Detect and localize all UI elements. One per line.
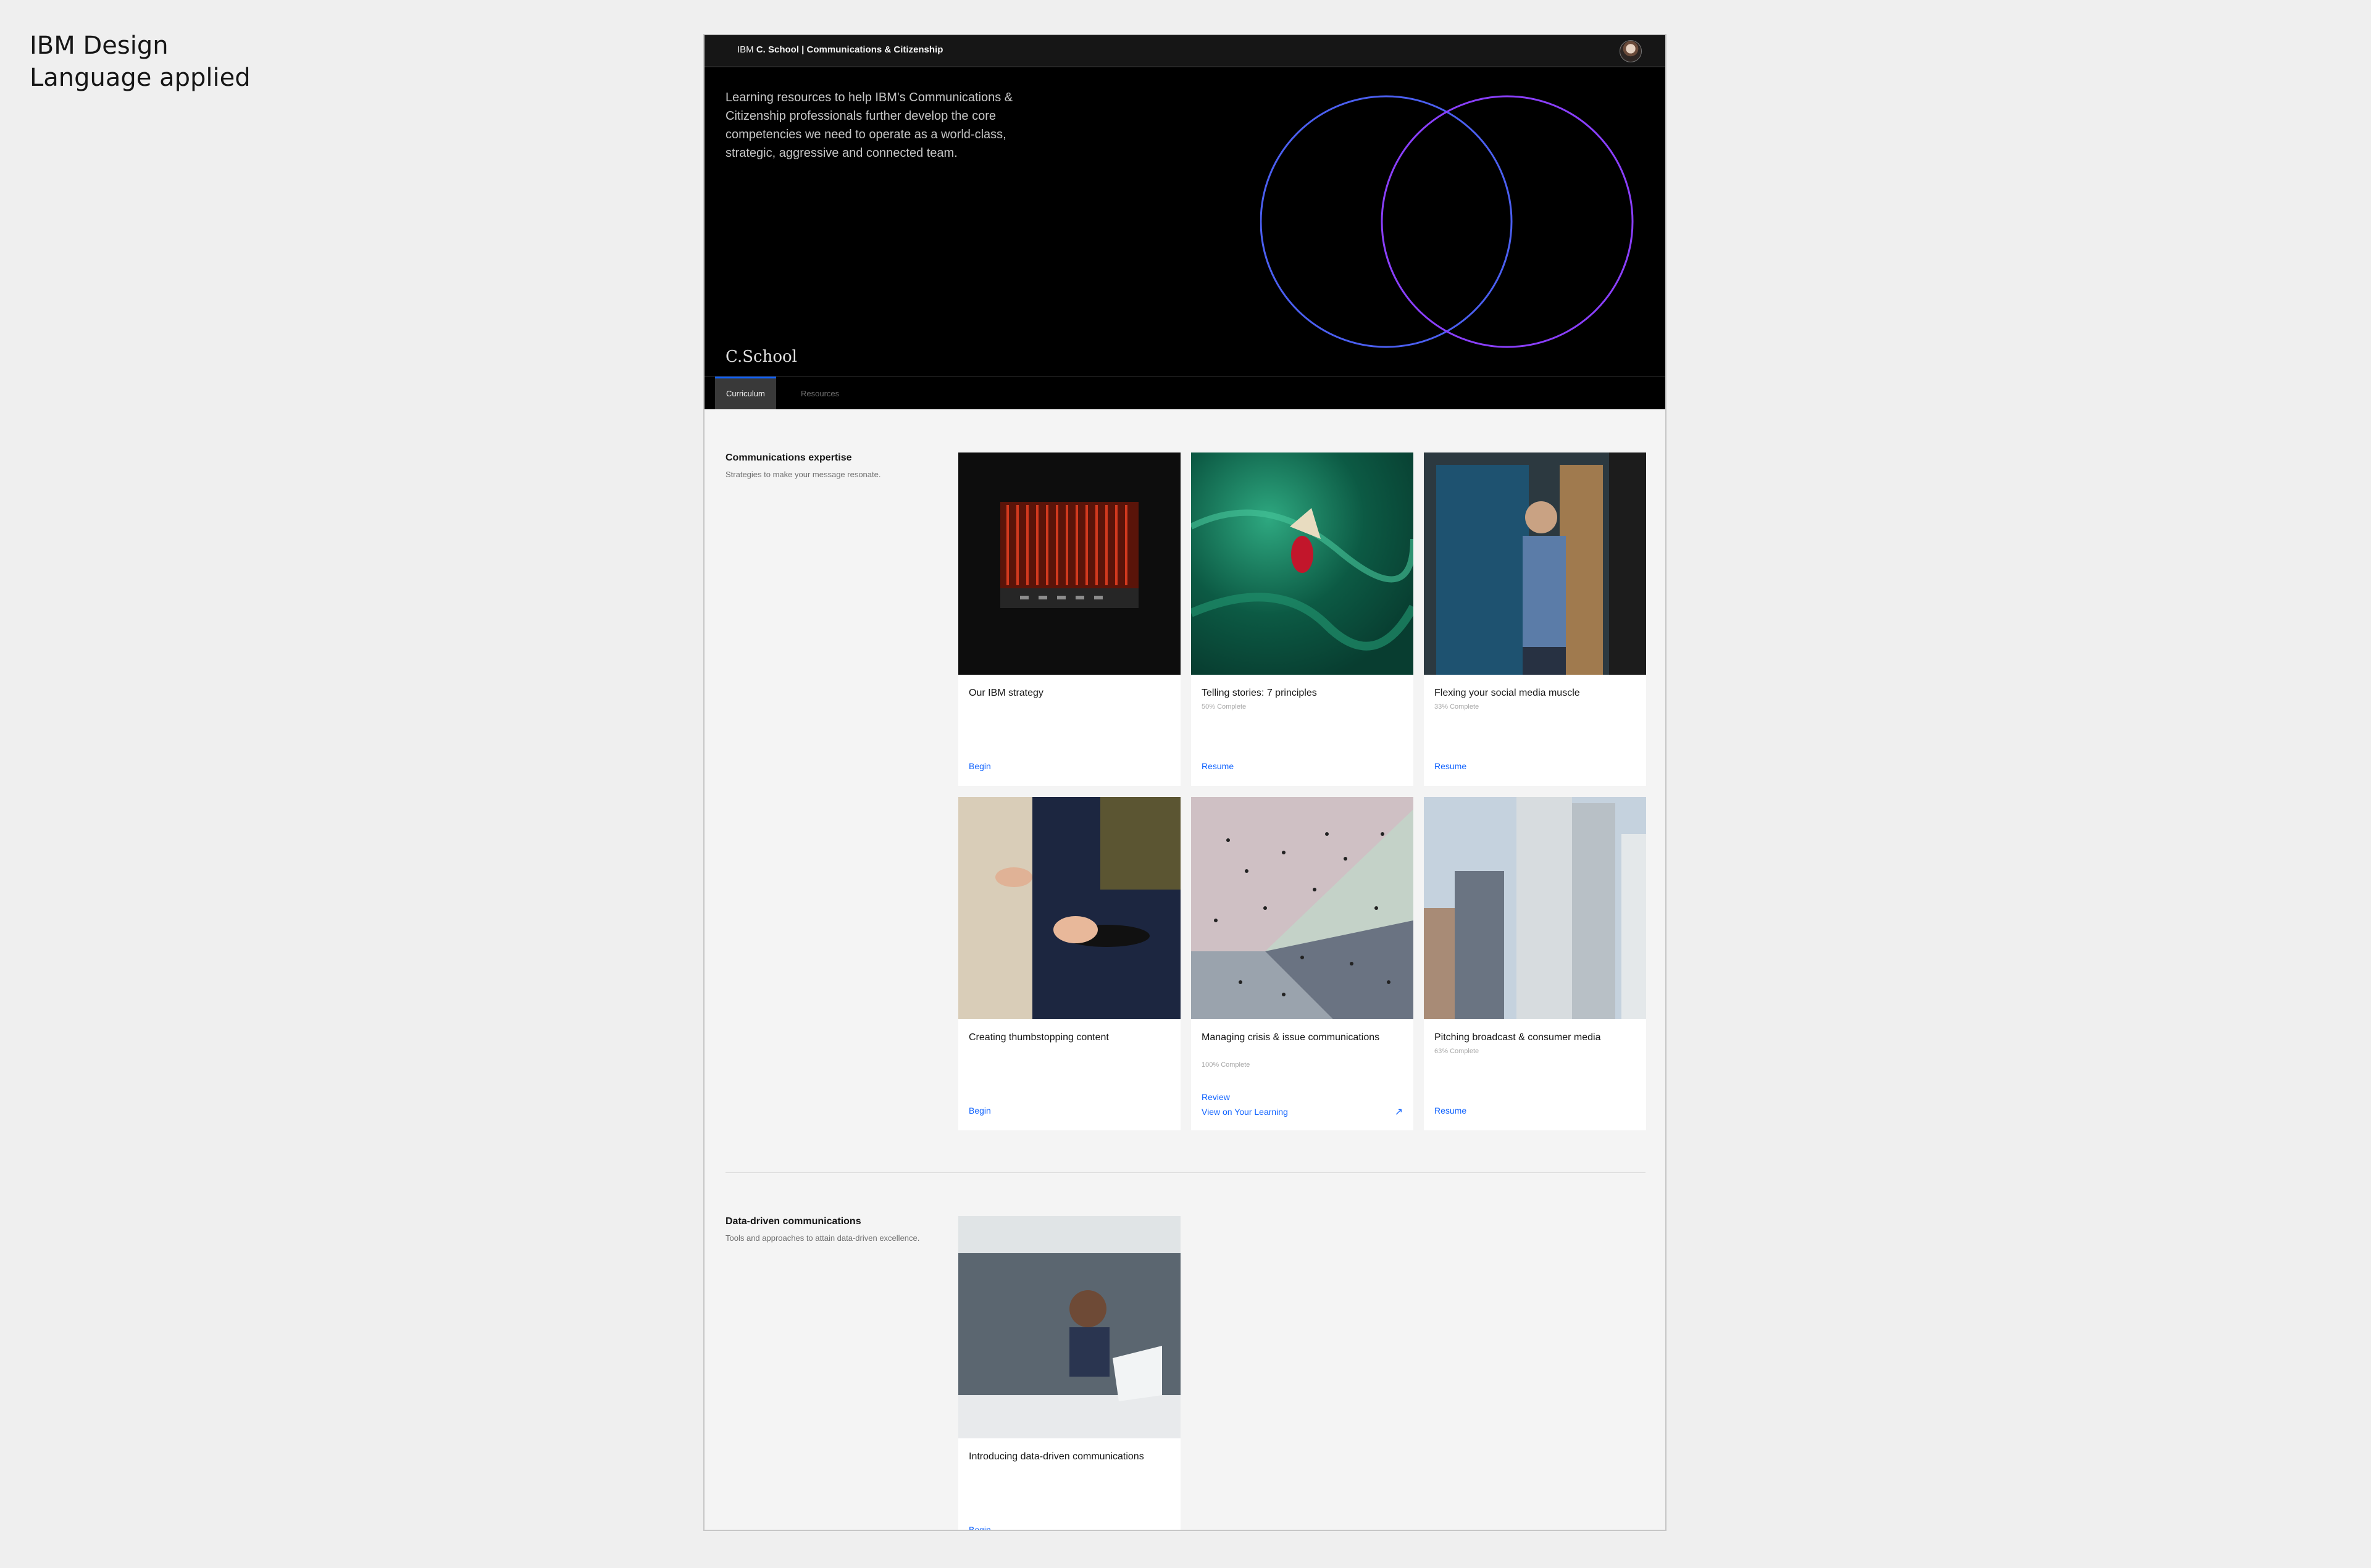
woman-with-laptop-icon — [958, 1216, 1181, 1438]
course-image — [958, 452, 1181, 675]
progress-label: 100% Complete — [1202, 1061, 1250, 1069]
man-with-phone-icon — [1424, 452, 1646, 675]
section-divider — [726, 1172, 1645, 1173]
hero-banner: Learning resources to help IBM's Communi… — [705, 67, 1665, 376]
external-link-icon[interactable]: ↗ — [1395, 1106, 1403, 1118]
top-header: IBM C. School | Communications & Citizen… — [705, 35, 1665, 67]
review-link[interactable]: Review — [1202, 1092, 1230, 1102]
course-card[interactable]: Pitching broadcast & consumer media 63% … — [1424, 797, 1646, 1130]
resume-link[interactable]: Resume — [1434, 1106, 1466, 1116]
tab-bar: Curriculum Resources — [705, 376, 1665, 409]
progress-label: 50% Complete — [1202, 703, 1247, 711]
brand-prefix: IBM — [737, 44, 754, 55]
course-image — [1191, 452, 1413, 675]
view-on-your-learning-link[interactable]: View on Your Learning — [1202, 1107, 1288, 1117]
course-card[interactable]: Flexing your social media muscle 33% Com… — [1424, 452, 1646, 786]
resume-link[interactable]: Resume — [1202, 761, 1234, 771]
course-title: Managing crisis & issue communications — [1202, 1032, 1380, 1043]
hero-intro: Learning resources to help IBM's Communi… — [726, 91, 1013, 160]
tab-resources[interactable]: Resources — [790, 377, 850, 409]
venn-circles-graphic — [1260, 95, 1634, 348]
brand-title: C. School | Communications & Citizenship — [756, 44, 943, 55]
venn-circle-left — [1260, 95, 1513, 348]
hands-with-phone-icon — [958, 797, 1181, 1019]
progress-label: 63% Complete — [1434, 1048, 1479, 1055]
course-image — [1191, 797, 1413, 1019]
aerial-crowd-icon — [1191, 797, 1413, 1019]
green-fabric-icon — [1191, 508, 1413, 651]
cschool-logo: C.School — [726, 348, 797, 366]
user-avatar-icon[interactable] — [1620, 40, 1642, 62]
slide-caption: IBM Design Language applied — [30, 31, 251, 92]
course-image — [1424, 797, 1646, 1019]
progress-label: 33% Complete — [1434, 703, 1479, 711]
course-image — [1424, 452, 1646, 675]
resume-link[interactable]: Resume — [1434, 761, 1466, 771]
course-card[interactable]: Our IBM strategy Begin — [958, 452, 1181, 786]
course-card[interactable]: Managing crisis & issue communications 1… — [1191, 797, 1413, 1130]
tab-curriculum[interactable]: Curriculum — [715, 377, 776, 409]
course-title: Pitching broadcast & consumer media — [1434, 1032, 1601, 1043]
course-title: Introducing data-driven communications — [969, 1451, 1144, 1462]
course-image — [958, 797, 1181, 1019]
begin-link[interactable]: Begin — [969, 1106, 991, 1116]
venn-circle-right — [1381, 95, 1634, 348]
main-content: Communications expertise Strategies to m… — [705, 409, 1665, 1530]
course-card[interactable]: Creating thumbstopping content Begin — [958, 797, 1181, 1130]
server-rack-icon — [1000, 502, 1139, 608]
begin-link[interactable]: Begin — [969, 1525, 991, 1530]
course-title: Telling stories: 7 principles — [1202, 688, 1317, 698]
app-window: IBM C. School | Communications & Citizen… — [703, 34, 1666, 1531]
course-title: Flexing your social media muscle — [1434, 688, 1580, 698]
course-title: Our IBM strategy — [969, 688, 1043, 698]
section-description: Strategies to make your message resonate… — [726, 470, 881, 479]
course-title: Creating thumbstopping content — [969, 1032, 1109, 1043]
section-title: Data-driven communications — [726, 1216, 861, 1227]
course-card[interactable]: Telling stories: 7 principles 50% Comple… — [1191, 452, 1413, 786]
course-card[interactable]: Introducing data-driven communications B… — [958, 1216, 1181, 1530]
skyscrapers-icon — [1424, 797, 1646, 1019]
section-description: Tools and approaches to attain data-driv… — [726, 1233, 920, 1243]
course-image — [958, 1216, 1181, 1438]
brand-name[interactable]: IBM C. School | Communications & Citizen… — [737, 44, 943, 55]
begin-link[interactable]: Begin — [969, 761, 991, 771]
section-title: Communications expertise — [726, 452, 852, 463]
